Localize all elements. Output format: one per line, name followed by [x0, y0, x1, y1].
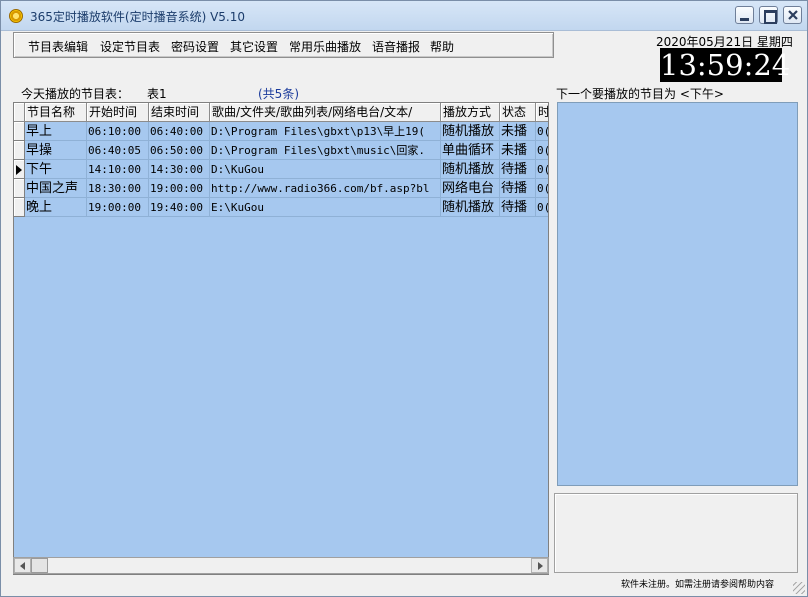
main-window: 365定时播放软件(定时播音系统) V5.10 节目表编辑 设定节目表 密码设置…: [0, 0, 808, 597]
scroll-left-button[interactable]: [14, 558, 31, 573]
column-header-status[interactable]: 状态: [500, 103, 536, 122]
table-row[interactable]: 早操 06:40:05 06:50:00 D:\Program Files\gbxt\…: [14, 141, 548, 160]
current-row-indicator[interactable]: [14, 160, 25, 179]
cell-name[interactable]: 早操: [25, 141, 87, 160]
cell-status[interactable]: 待播: [500, 160, 536, 179]
column-header-mode[interactable]: 播放方式: [441, 103, 500, 122]
cell-start[interactable]: 06:40:05: [87, 141, 149, 160]
cell-extra[interactable]: 0(: [536, 160, 548, 179]
note-panel: [554, 493, 798, 573]
cell-start[interactable]: 06:10:00: [87, 122, 149, 141]
cell-status[interactable]: 待播: [500, 179, 536, 198]
cell-mode[interactable]: 网络电台: [441, 179, 500, 198]
menu-bar: 节目表编辑 设定节目表 密码设置 其它设置 常用乐曲播放 语音播报 帮助: [13, 32, 554, 58]
app-icon: [9, 9, 23, 23]
cell-name[interactable]: 中国之声: [25, 179, 87, 198]
cell-extra[interactable]: 0(: [536, 198, 548, 217]
cell-path[interactable]: E:\KuGou: [210, 198, 441, 217]
cell-end[interactable]: 14:30:00: [149, 160, 210, 179]
row-indicator[interactable]: [14, 122, 25, 141]
menu-set-schedule[interactable]: 设定节目表: [100, 38, 160, 55]
close-icon: [788, 10, 798, 20]
cell-name[interactable]: 早上: [25, 122, 87, 141]
clock-display: 13:59:24: [660, 48, 791, 82]
cell-mode[interactable]: 随机播放: [441, 122, 500, 141]
cell-path[interactable]: http://www.radio366.com/bf.asp?bl: [210, 179, 441, 198]
next-program-panel: [557, 102, 798, 486]
cell-extra[interactable]: 0(: [536, 122, 548, 141]
cell-name[interactable]: 下午: [25, 160, 87, 179]
cell-status[interactable]: 未播: [500, 141, 536, 160]
resize-grip[interactable]: [793, 582, 805, 594]
column-header-end[interactable]: 结束时间: [149, 103, 210, 122]
title-bar[interactable]: 365定时播放软件(定时播音系统) V5.10: [1, 1, 807, 31]
table-name: 表1: [147, 87, 167, 101]
row-indicator[interactable]: [14, 141, 25, 160]
cell-status[interactable]: 待播: [500, 198, 536, 217]
menu-other-settings[interactable]: 其它设置: [230, 38, 278, 55]
cell-start[interactable]: 18:30:00: [87, 179, 149, 198]
column-header-start[interactable]: 开始时间: [87, 103, 149, 122]
header-corner: [14, 103, 25, 122]
table-row[interactable]: 下午 14:10:00 14:30:00 D:\KuGou 随机播放 待播 0(: [14, 160, 548, 179]
table-row[interactable]: 晚上 19:00:00 19:40:00 E:\KuGou 随机播放 待播 0(: [14, 198, 548, 217]
cell-end[interactable]: 06:50:00: [149, 141, 210, 160]
cell-status[interactable]: 未播: [500, 122, 536, 141]
horizontal-scrollbar[interactable]: [13, 557, 549, 574]
window-title: 365定时播放软件(定时播音系统) V5.10: [30, 10, 246, 24]
cell-start[interactable]: 14:10:00: [87, 160, 149, 179]
row-indicator[interactable]: [14, 179, 25, 198]
menu-password[interactable]: 密码设置: [171, 38, 219, 55]
next-program-label: 下一个要播放的节目为 <下午>: [556, 87, 724, 101]
scroll-right-button[interactable]: [531, 558, 548, 573]
menu-common-music[interactable]: 常用乐曲播放: [289, 38, 361, 55]
column-header-name[interactable]: 节目名称: [25, 103, 87, 122]
registration-status: 软件未注册。如需注册请参阅帮助内容: [621, 580, 775, 590]
grid-header: 节目名称 开始时间 结束时间 歌曲/文件夹/歌曲列表/网络电台/文本/ 播放方式…: [14, 103, 548, 122]
menu-help[interactable]: 帮助: [430, 38, 454, 55]
cell-end[interactable]: 19:40:00: [149, 198, 210, 217]
column-header-source[interactable]: 歌曲/文件夹/歌曲列表/网络电台/文本/: [210, 103, 441, 122]
cell-start[interactable]: 19:00:00: [87, 198, 149, 217]
column-header-extra[interactable]: 时: [536, 103, 548, 122]
cell-end[interactable]: 19:00:00: [149, 179, 210, 198]
cell-end[interactable]: 06:40:00: [149, 122, 210, 141]
cell-path[interactable]: D:\KuGou: [210, 160, 441, 179]
schedule-grid[interactable]: 节目名称 开始时间 结束时间 歌曲/文件夹/歌曲列表/网络电台/文本/ 播放方式…: [13, 102, 549, 575]
minimize-button[interactable]: [735, 6, 754, 24]
table-row[interactable]: 早上 06:10:00 06:40:00 D:\Program Files\gbxt\…: [14, 122, 548, 141]
row-indicator[interactable]: [14, 198, 25, 217]
menu-voice-broadcast[interactable]: 语音播报: [372, 38, 420, 55]
maximize-button[interactable]: [759, 6, 778, 24]
close-button[interactable]: [783, 6, 802, 24]
cell-path[interactable]: D:\Program Files\gbxt\music\回家.: [210, 141, 441, 160]
today-schedule-label: 今天播放的节目表：: [21, 87, 130, 101]
cell-mode[interactable]: 随机播放: [441, 198, 500, 217]
cell-mode[interactable]: 随机播放: [441, 160, 500, 179]
program-count: (共5条): [258, 87, 299, 101]
table-row[interactable]: 中国之声 18:30:00 19:00:00 http://www.radio366.…: [14, 179, 548, 198]
cell-name[interactable]: 晚上: [25, 198, 87, 217]
menu-program-edit[interactable]: 节目表编辑: [28, 38, 88, 55]
cell-extra[interactable]: 0(: [536, 179, 548, 198]
cell-path[interactable]: D:\Program Files\gbxt\p13\早上19(: [210, 122, 441, 141]
cell-extra[interactable]: 0(: [536, 141, 548, 160]
scroll-thumb[interactable]: [31, 558, 48, 573]
cell-mode[interactable]: 单曲循环: [441, 141, 500, 160]
